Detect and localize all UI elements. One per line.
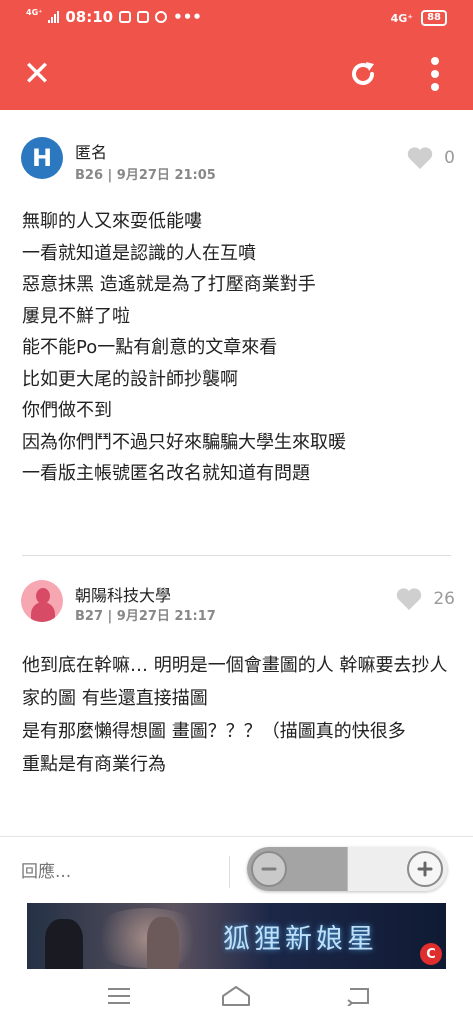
avatar[interactable]: H bbox=[21, 137, 63, 179]
system-navigation-bar bbox=[0, 969, 473, 1024]
comment-line: 一看就知道是認識的人在互噴 bbox=[22, 242, 256, 264]
comment-line: 無聊的人又來耍低能嘍 bbox=[22, 211, 202, 232]
like-button[interactable]: 0 bbox=[406, 145, 455, 170]
more-vertical-icon bbox=[431, 56, 439, 91]
comment-line: 因為你們鬥不過只好來騙騙大學生來取暖 bbox=[22, 431, 346, 453]
zoom-control bbox=[247, 847, 447, 891]
close-button[interactable]: ✕ bbox=[16, 37, 58, 110]
refresh-button[interactable] bbox=[340, 37, 386, 110]
right-network-indicator: 4G⁺ bbox=[390, 11, 414, 25]
comment-line: 他到底在幹嘛… 明明是一個會畫圖的人 幹嘛要去抄人家的圖 有些還直接描圖 bbox=[22, 655, 448, 709]
comment-line: 你們做不到 bbox=[22, 400, 112, 421]
top-toolbar: ✕ bbox=[0, 37, 473, 110]
zoom-in-icon bbox=[407, 851, 443, 887]
signal-icon bbox=[48, 11, 60, 23]
author-name: 朝陽科技大學 bbox=[75, 586, 172, 605]
comment-line: 重點是有商業行為 bbox=[22, 754, 166, 775]
home-icon bbox=[222, 986, 250, 1006]
comment-divider bbox=[22, 555, 451, 556]
comment-line: 屢見不鮮了啦 bbox=[22, 305, 130, 327]
like-count: 0 bbox=[444, 147, 455, 168]
battery-indicator: 88 bbox=[421, 10, 447, 26]
book-icon bbox=[137, 11, 150, 23]
more-notifications-icon: ••• bbox=[173, 8, 202, 26]
refresh-icon bbox=[352, 61, 374, 85]
close-icon: ✕ bbox=[22, 53, 52, 94]
recent-apps-button[interactable] bbox=[92, 979, 146, 1013]
zoom-out-icon bbox=[251, 851, 287, 887]
comment-line: 一看版主帳號匿名改名就知道有問題 bbox=[22, 463, 310, 484]
network-indicator: 4G⁺ bbox=[26, 8, 43, 17]
ad-title: 狐狸新娘星 bbox=[223, 924, 378, 955]
like-count: 26 bbox=[433, 588, 455, 609]
reply-input[interactable] bbox=[21, 857, 211, 887]
comment-meta: B26 | 9月27日 21:05 bbox=[75, 168, 216, 183]
reply-separator bbox=[229, 856, 230, 888]
home-button[interactable] bbox=[209, 979, 263, 1013]
author-name: 匿名 bbox=[75, 143, 108, 162]
comment-meta: B27 | 9月27日 21:17 bbox=[75, 609, 216, 624]
chat-icon bbox=[155, 11, 168, 23]
menu-icon bbox=[108, 988, 130, 1004]
zoom-out-button[interactable] bbox=[247, 847, 347, 891]
comment-line: 是有那麼懶得想圖 畫圖？？？（描圖真的快很多 bbox=[22, 721, 406, 742]
ad-person-image bbox=[45, 919, 83, 969]
status-time: 08:10 bbox=[65, 8, 114, 26]
avatar[interactable] bbox=[21, 580, 63, 622]
like-button[interactable]: 26 bbox=[395, 586, 455, 611]
comment-line: 比如更大尾的設計師抄襲啊 bbox=[22, 368, 238, 390]
comment-line: 惡意抹黑 造遙就是為了打壓商業對手 bbox=[22, 274, 316, 295]
status-bar: 4G⁺ 08:10 ••• 4G⁺ 88 bbox=[0, 0, 473, 37]
shield-icon bbox=[119, 11, 132, 23]
comment-line: 能不能Po一點有創意的文章來看 bbox=[22, 337, 278, 358]
more-options-button[interactable] bbox=[420, 37, 450, 110]
back-icon bbox=[347, 988, 369, 1006]
ad-banner[interactable]: 狐狸新娘星 C bbox=[27, 903, 446, 969]
ad-person-image bbox=[147, 917, 179, 969]
ad-badge: C bbox=[420, 943, 442, 965]
zoom-in-button[interactable] bbox=[347, 847, 447, 891]
back-button[interactable] bbox=[332, 979, 386, 1013]
comment-body: 他到底在幹嘛… 明明是一個會畫圖的人 幹嘛要去抄人家的圖 有些還直接描圖 是有那… bbox=[22, 649, 454, 781]
heart-icon bbox=[397, 588, 422, 610]
comment-body: 無聊的人又來耍低能嘍 一看就知道是認識的人在互噴 惡意抹黑 造遙就是為了打壓商業… bbox=[22, 206, 454, 490]
reply-bar bbox=[0, 836, 473, 904]
heart-icon bbox=[407, 147, 433, 169]
